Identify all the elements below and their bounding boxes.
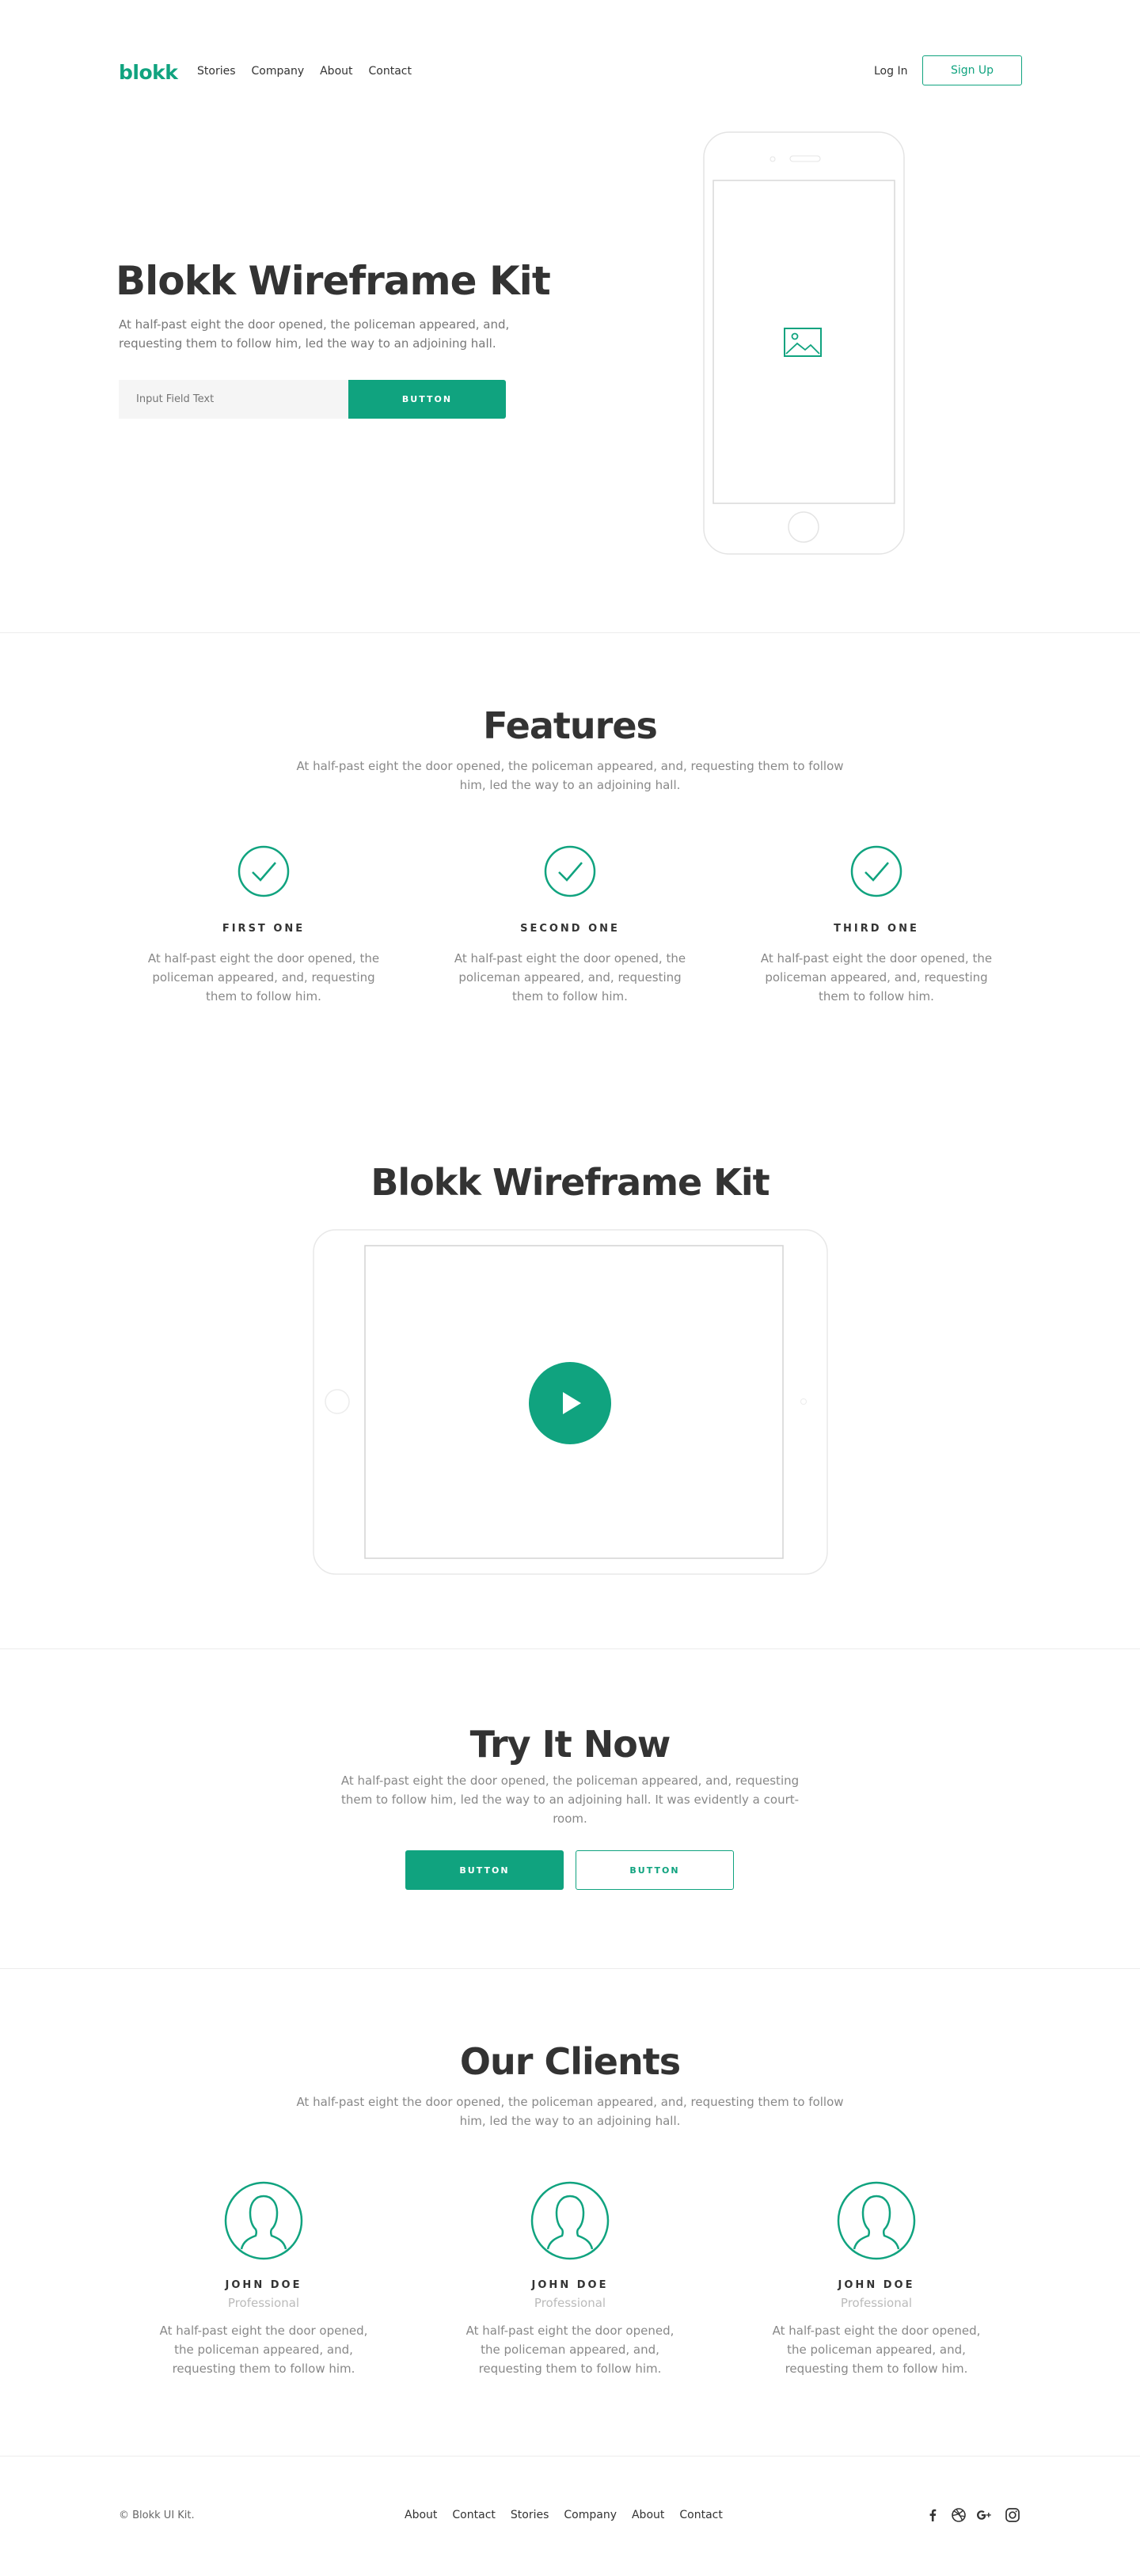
feature-item: SECOND ONE At half-past eight the door o… [439, 845, 701, 1006]
checkmark-circle-icon [850, 845, 902, 897]
client-text: At half-past eight the door opened, the … [466, 2324, 674, 2376]
nav-link-company[interactable]: Company [252, 65, 305, 78]
google-plus-icon[interactable] [975, 2506, 993, 2524]
user-avatar-icon [837, 2181, 916, 2260]
hero-input-field[interactable] [119, 380, 348, 419]
client-text: At half-past eight the door opened, the … [159, 2324, 368, 2376]
section-divider [0, 1968, 1140, 1969]
feature-title: FIRST ONE [222, 923, 306, 935]
phone-mockup [703, 131, 905, 555]
checkmark-circle-icon [238, 845, 290, 897]
copyright-text: © Blokk UI Kit. [119, 2510, 195, 2521]
feature-text: At half-past eight the door opened, the … [760, 951, 993, 1003]
clients-title: Our Clients [459, 2040, 681, 2083]
facebook-icon[interactable] [924, 2506, 941, 2524]
feature-text: At half-past eight the door opened, the … [147, 951, 380, 1003]
feature-text: At half-past eight the door opened, the … [454, 951, 686, 1003]
client-role: Professional [534, 2296, 606, 2310]
features-subtitle: At half-past eight the door opened, the … [296, 759, 844, 792]
dribbble-icon[interactable] [950, 2506, 967, 2524]
client-name: JOHN DOE [225, 2279, 302, 2291]
top-nav: blokk Stories Company About Contact Log … [0, 0, 1140, 142]
section-divider [0, 632, 1140, 633]
client-card: JOHN DOE Professional At half-past eight… [133, 2181, 394, 2378]
clients-subtitle: At half-past eight the door opened, the … [296, 2095, 844, 2128]
footer-link-contact-2[interactable]: Contact [679, 2509, 722, 2521]
features-title: Features [483, 704, 658, 747]
login-link[interactable]: Log In [874, 65, 907, 78]
try-secondary-button[interactable]: BUTTON [576, 1850, 734, 1890]
feature-item: THIRD ONE At half-past eight the door op… [746, 845, 1007, 1006]
hero-subtitle: At half-past eight the door opened, the … [119, 317, 510, 351]
client-text: At half-past eight the door opened, the … [772, 2324, 981, 2376]
footer-link-about-2[interactable]: About [632, 2509, 664, 2521]
try-title: Try It Now [469, 1723, 671, 1766]
nav-links: Stories Company About Contact [197, 65, 412, 78]
logo[interactable]: blokk [119, 61, 178, 84]
client-role: Professional [840, 2296, 913, 2310]
client-role: Professional [227, 2296, 300, 2310]
client-name: JOHN DOE [838, 2279, 915, 2291]
nav-link-stories[interactable]: Stories [197, 65, 236, 78]
video-section-title: Blokk Wireframe Kit [370, 1161, 770, 1204]
nav-link-about[interactable]: About [320, 65, 352, 78]
try-primary-button[interactable]: BUTTON [405, 1850, 564, 1890]
client-card: JOHN DOE Professional At half-past eight… [439, 2181, 701, 2378]
footer-link-stories[interactable]: Stories [511, 2509, 549, 2521]
checkmark-circle-icon [544, 845, 596, 897]
signup-button[interactable]: Sign Up [922, 55, 1022, 85]
hero-title: Blokk Wireframe Kit [116, 258, 551, 304]
instagram-icon[interactable] [1004, 2506, 1021, 2524]
landing-page: blokk Stories Company About Contact Log … [0, 0, 1140, 2576]
client-name: JOHN DOE [531, 2279, 609, 2291]
footer-link-company[interactable]: Company [564, 2509, 617, 2521]
user-avatar-icon [530, 2181, 610, 2260]
footer-link-about[interactable]: About [405, 2509, 437, 2521]
client-card: JOHN DOE Professional At half-past eight… [746, 2181, 1007, 2378]
footer-links: About Contact Stories Company About Cont… [405, 2509, 723, 2521]
feature-item: FIRST ONE At half-past eight the door op… [133, 845, 394, 1006]
user-avatar-icon [224, 2181, 303, 2260]
hero-submit-button[interactable]: BUTTON [348, 380, 506, 419]
play-button-icon[interactable] [529, 1362, 611, 1444]
section-divider [0, 1648, 1140, 1649]
feature-title: THIRD ONE [834, 923, 919, 935]
try-subtitle: At half-past eight the door opened, the … [340, 1774, 800, 1826]
feature-title: SECOND ONE [520, 923, 620, 935]
footer-link-contact[interactable]: Contact [452, 2509, 495, 2521]
nav-link-contact[interactable]: Contact [369, 65, 412, 78]
